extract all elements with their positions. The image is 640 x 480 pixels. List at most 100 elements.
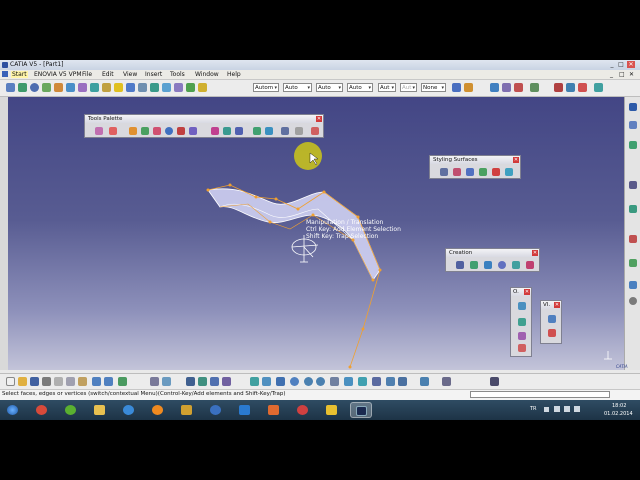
sphere-tool-icon[interactable] (165, 127, 173, 135)
flag-icon[interactable] (574, 406, 580, 412)
styling-surfaces-title[interactable]: Styling Surfaces ✕ (430, 156, 520, 164)
small-palette-1-title[interactable]: O. ✕ (511, 288, 531, 296)
layer-filter-combo[interactable]: None (421, 83, 446, 92)
brush-icon[interactable] (464, 83, 473, 92)
measure-item-icon[interactable] (210, 377, 219, 386)
menu-file[interactable]: File (82, 71, 92, 78)
taskbar-tool[interactable] (176, 402, 198, 418)
render-icon[interactable] (554, 83, 563, 92)
curve-icon[interactable] (18, 83, 27, 92)
trim-icon[interactable] (78, 83, 87, 92)
cursor-mode-icon[interactable] (548, 329, 556, 337)
pull-icon[interactable] (141, 127, 149, 135)
taskbar-app-red[interactable] (292, 402, 314, 418)
creation-title[interactable]: Creation ✕ (446, 249, 539, 257)
camera-icon[interactable] (566, 83, 575, 92)
styling-net-icon[interactable] (505, 168, 513, 176)
taskbar-app-home[interactable] (263, 402, 285, 418)
box-icon[interactable] (311, 127, 319, 135)
swap-space-icon[interactable] (398, 377, 407, 386)
layer-combo[interactable]: Autom (253, 83, 279, 92)
menu-window[interactable]: Window (195, 71, 219, 78)
close-icon[interactable]: ✕ (316, 116, 322, 122)
tools-icon[interactable] (514, 83, 523, 92)
linewidth-combo[interactable]: Auto (347, 83, 373, 92)
undo-icon[interactable] (92, 377, 101, 386)
knowledge-icon[interactable] (162, 377, 171, 386)
start-orb-button[interactable] (2, 402, 24, 418)
creation-cube-icon[interactable] (484, 261, 492, 269)
doc-minimize-button[interactable]: _ (610, 71, 613, 78)
material-icon[interactable] (502, 83, 511, 92)
analysis-icon[interactable] (150, 83, 159, 92)
whats-this-icon[interactable] (118, 377, 127, 386)
offset-icon[interactable] (114, 83, 123, 92)
catalog-icon[interactable] (186, 377, 195, 386)
creation-cylinder-icon[interactable] (512, 261, 520, 269)
menu-tools[interactable]: Tools (170, 71, 185, 78)
visualize-icon[interactable] (548, 315, 556, 323)
render-style-icon[interactable] (442, 377, 451, 386)
compass-icon[interactable] (186, 83, 195, 92)
close-button[interactable]: ✕ (627, 61, 635, 68)
sphere-icon[interactable] (30, 83, 39, 92)
language-indicator[interactable]: TR (530, 406, 537, 412)
zoom-out-icon[interactable] (316, 377, 325, 386)
open-icon[interactable] (18, 377, 27, 386)
edit-icon[interactable] (629, 141, 637, 149)
surface-icon[interactable] (42, 83, 51, 92)
light-icon[interactable] (578, 83, 587, 92)
stretch-icon[interactable] (129, 127, 137, 135)
creation-patch-icon[interactable] (526, 261, 534, 269)
doc-restore-button[interactable]: □ (619, 71, 625, 78)
creation-curve-icon[interactable] (456, 261, 464, 269)
grid-tool-icon[interactable] (223, 127, 231, 135)
line-tool-icon[interactable] (281, 127, 289, 135)
snap-grid-icon[interactable] (518, 302, 526, 310)
dimension-icon[interactable] (629, 281, 637, 289)
fly-mode-icon[interactable] (250, 377, 259, 386)
menu-enovia[interactable]: ENOVIA V5 VPM (34, 71, 82, 78)
color-combo[interactable]: Auto (283, 83, 312, 92)
styling-sweep-icon[interactable] (440, 168, 448, 176)
transparency-combo[interactable]: Auto (316, 83, 343, 92)
print-icon[interactable] (42, 377, 51, 386)
arrow-tool-icon[interactable] (211, 127, 219, 135)
rotate-view-icon[interactable] (290, 377, 299, 386)
multi-view-icon[interactable] (344, 377, 353, 386)
scene-icon[interactable] (594, 83, 603, 92)
view-icon[interactable] (629, 121, 637, 129)
linetype-combo[interactable]: Aut (378, 83, 396, 92)
styling-offset-icon[interactable] (492, 168, 500, 176)
clock-time[interactable]: 18:02 (612, 403, 626, 409)
normal-view-icon[interactable] (330, 377, 339, 386)
rotate-icon[interactable] (518, 344, 526, 352)
shading-icon[interactable] (372, 377, 381, 386)
properties-icon[interactable] (490, 83, 499, 92)
power-input-field[interactable] (470, 391, 610, 398)
volume-icon[interactable] (564, 406, 570, 412)
network-icon[interactable] (554, 406, 560, 412)
mirror-icon[interactable] (518, 318, 526, 326)
menu-view[interactable]: View (123, 71, 137, 78)
styling-fill-icon[interactable] (453, 168, 461, 176)
close-icon[interactable]: ✕ (554, 302, 560, 308)
wave-icon[interactable] (189, 127, 197, 135)
select-icon[interactable] (629, 181, 637, 189)
formula-icon[interactable] (150, 377, 159, 386)
small-palette-2-title[interactable]: VI. ✕ (541, 301, 561, 309)
plane-icon[interactable] (265, 127, 273, 135)
close-icon[interactable]: ✕ (513, 157, 519, 163)
minimize-button[interactable]: _ (608, 61, 616, 68)
save-icon[interactable] (30, 377, 39, 386)
arc-icon[interactable] (235, 127, 243, 135)
iso-view-icon[interactable] (358, 377, 367, 386)
options-icon[interactable] (530, 83, 539, 92)
inertia-icon[interactable] (222, 377, 231, 386)
maximize-button[interactable]: □ (617, 61, 625, 68)
menu-start[interactable]: Start (11, 71, 28, 78)
close-icon[interactable]: ✕ (532, 250, 538, 256)
layer-icon[interactable] (420, 377, 429, 386)
doc-close-button[interactable]: ✕ (629, 71, 634, 78)
styling-blend-icon[interactable] (466, 168, 474, 176)
